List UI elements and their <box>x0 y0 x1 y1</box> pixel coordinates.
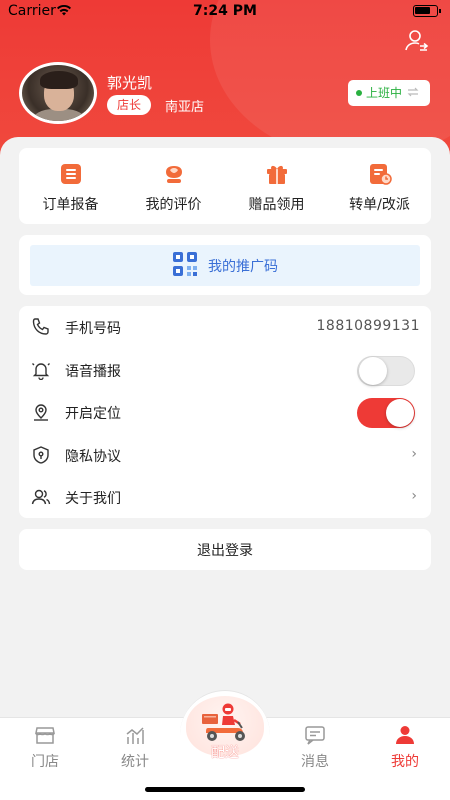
quick-action-my-reviews[interactable]: 我的评价 <box>122 148 225 224</box>
store-icon <box>34 724 56 746</box>
logout-label: 退出登录 <box>197 542 253 559</box>
quick-action-label: 赠品领用 <box>248 197 305 213</box>
tab-messages[interactable]: 消息 <box>280 724 350 774</box>
location-label: 开启定位 <box>65 406 121 422</box>
privacy-row[interactable]: 隐私协议 › <box>19 434 431 476</box>
settings-card: 手机号码 18810899131 语音播报 开启定位 隐私协议 › 关于我们 › <box>19 306 431 518</box>
chevron-right-icon: › <box>411 446 417 462</box>
tab-label: 我的 <box>391 754 419 770</box>
bell-icon <box>31 360 51 381</box>
tab-label: 门店 <box>31 754 59 770</box>
switch-account-icon[interactable] <box>404 28 430 54</box>
phone-row[interactable]: 手机号码 18810899131 <box>19 306 431 348</box>
quick-action-label: 转单/改派 <box>349 197 410 213</box>
status-bar: Carrier 7:24 PM <box>0 0 450 24</box>
tab-mine[interactable]: 我的 <box>370 724 440 774</box>
avatar[interactable] <box>19 62 97 124</box>
logout-button[interactable]: 退出登录 <box>19 529 431 570</box>
clock: 7:24 PM <box>193 3 257 19</box>
store-name: 南亚店 <box>165 100 205 115</box>
order-report-icon <box>59 162 83 186</box>
phone-value: 18810899131 <box>316 318 420 334</box>
location-toggle[interactable] <box>357 398 415 428</box>
tab-label: 消息 <box>301 754 329 770</box>
privacy-label: 隐私协议 <box>65 449 121 465</box>
swap-icon <box>406 80 420 106</box>
review-icon <box>162 162 186 186</box>
my-promo-code-button[interactable]: 我的推广码 <box>30 245 420 286</box>
users-icon <box>31 487 51 507</box>
quick-action-order-report[interactable]: 订单报备 <box>19 148 122 224</box>
phone-label: 手机号码 <box>65 321 121 337</box>
transfer-icon <box>368 162 392 186</box>
work-status-toggle[interactable]: 上班中 <box>347 80 430 106</box>
phone-icon <box>31 317 51 337</box>
battery-icon <box>413 5 441 17</box>
online-dot-icon <box>355 90 362 96</box>
message-icon <box>304 724 326 746</box>
work-status-label: 上班中 <box>365 86 402 100</box>
promo-card: 我的推广码 <box>19 235 431 295</box>
about-row[interactable]: 关于我们 › <box>19 476 431 518</box>
user-name: 郭光凯 <box>107 74 153 92</box>
tab-label: 统计 <box>121 754 149 770</box>
quick-action-transfer[interactable]: 转单/改派 <box>328 148 431 224</box>
voice-broadcast-toggle[interactable] <box>357 356 415 386</box>
tab-store[interactable]: 门店 <box>10 724 80 774</box>
quick-action-gift-claim[interactable]: 赠品领用 <box>225 148 328 224</box>
home-indicator <box>145 787 305 792</box>
voice-broadcast-row: 语音播报 <box>19 349 431 391</box>
profile-icon <box>394 724 416 746</box>
gift-icon <box>265 162 289 186</box>
chevron-right-icon: › <box>411 488 417 504</box>
tab-stats[interactable]: 统计 <box>100 724 170 774</box>
location-pin-icon <box>31 402 51 422</box>
about-label: 关于我们 <box>65 491 121 507</box>
quick-action-label: 订单报备 <box>42 197 99 213</box>
location-row: 开启定位 <box>19 391 431 433</box>
promo-label: 我的推广码 <box>208 258 278 275</box>
quick-actions-card: 订单报备 我的评价 赠品领用 转单/改派 <box>19 148 431 224</box>
delivery-tab-label: 配送 <box>211 745 239 761</box>
stats-icon <box>124 724 146 746</box>
quick-action-label: 我的评价 <box>145 197 202 213</box>
voice-label: 语音播报 <box>65 364 121 380</box>
role-badge: 店长 <box>107 95 152 115</box>
qr-code-icon <box>172 251 198 281</box>
shield-icon <box>31 445 51 465</box>
